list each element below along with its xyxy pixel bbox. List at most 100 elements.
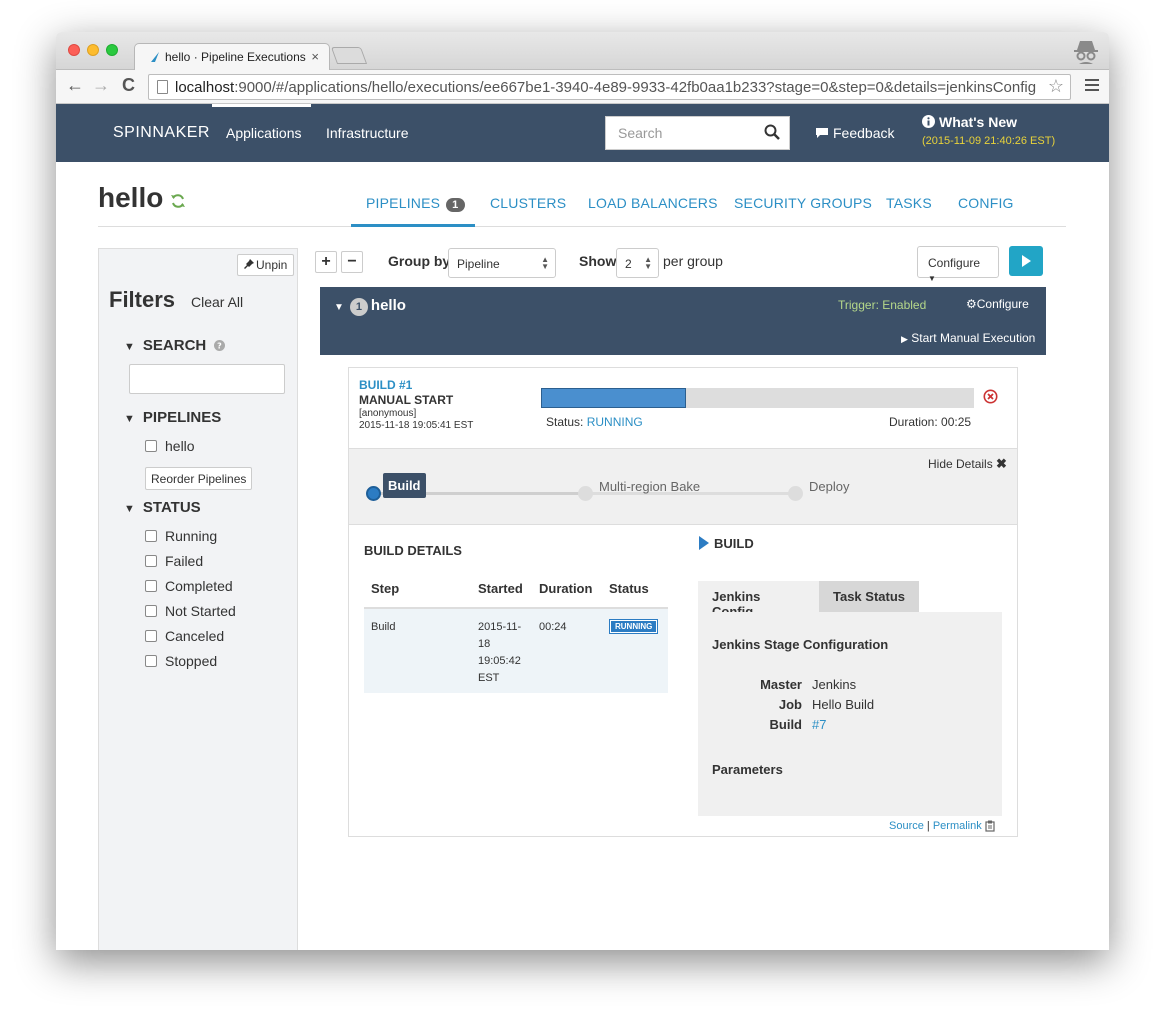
filter-status-not-started[interactable]: Not Started — [145, 603, 236, 619]
filter-pipeline-hello[interactable]: hello — [145, 438, 195, 454]
stage-label-bake[interactable]: Multi-region Bake — [599, 479, 700, 494]
info-icon — [922, 115, 935, 128]
stage-dot-deploy[interactable] — [788, 486, 803, 501]
stage-label-build[interactable]: Build — [383, 473, 426, 498]
gear-icon: ⚙ — [966, 297, 977, 311]
whats-new-link[interactable]: What's New — [922, 114, 1017, 130]
application-title: hello — [98, 182, 164, 213]
spinnaker-brand[interactable]: SPINNAKER — [113, 124, 210, 142]
bookmark-star-icon[interactable]: ☆ — [1047, 76, 1064, 97]
execution-progress-bar[interactable] — [541, 388, 974, 408]
tab-clusters[interactable]: CLUSTERS — [490, 195, 566, 211]
window-zoom-button[interactable] — [106, 44, 118, 56]
reload-button[interactable]: C — [122, 75, 135, 96]
browser-menu-icon[interactable] — [1085, 79, 1099, 91]
search-section-header[interactable]: ▼ SEARCH ? — [124, 337, 226, 354]
build-number-link[interactable]: BUILD #1 — [359, 378, 412, 392]
feedback-link[interactable]: Feedback — [815, 125, 894, 141]
tab-jenkins-config[interactable]: Jenkins Config — [698, 581, 819, 619]
filter-status-label: Canceled — [165, 628, 225, 644]
checkbox[interactable] — [145, 530, 157, 542]
filter-status-completed[interactable]: Completed — [145, 578, 233, 594]
forward-button[interactable]: → — [92, 75, 110, 96]
url-host: localhost — [175, 79, 235, 96]
filter-status-label: Not Started — [165, 603, 236, 619]
reorder-pipelines-button[interactable]: Reorder Pipelines — [145, 467, 253, 490]
parameters-title: Parameters — [712, 762, 783, 777]
filter-status-stopped[interactable]: Stopped — [145, 653, 217, 669]
window-close-button[interactable] — [68, 44, 80, 56]
filter-status-canceled[interactable]: Canceled — [145, 628, 224, 644]
unpin-button[interactable]: Unpin — [237, 254, 295, 276]
nav-active-indicator — [212, 104, 311, 107]
spinnaker-favicon-icon — [151, 52, 159, 62]
clipboard-icon[interactable] — [985, 820, 996, 832]
pipeline-name: hello — [370, 297, 406, 314]
start-manual-execution-link[interactable]: ▶ Start Manual Execution — [901, 331, 1035, 345]
close-icon: ✖ — [996, 456, 1007, 471]
tab-config[interactable]: CONFIG — [958, 195, 1014, 211]
group-by-label: Group by — [388, 253, 451, 269]
execution-count-badge: 1 — [349, 298, 368, 316]
pipeline-header: ▼ 1 hello Trigger: Enabled ⚙Configure ▶ St… — [320, 287, 1046, 355]
browser-tab-active[interactable]: hello · Pipeline Executions × — [134, 43, 330, 71]
help-icon[interactable]: ? — [214, 340, 226, 351]
permalink-link[interactable]: Permalink — [933, 820, 982, 832]
source-link[interactable]: Source — [889, 820, 924, 832]
tab-close-icon[interactable]: × — [311, 49, 319, 64]
tab-pipelines[interactable]: PIPELINES 1 — [366, 195, 465, 212]
checkbox[interactable] — [145, 440, 157, 452]
stage-label-deploy[interactable]: Deploy — [809, 479, 849, 494]
nav-applications[interactable]: Applications — [226, 125, 302, 141]
checkbox[interactable] — [145, 630, 157, 642]
stage-dot-build[interactable] — [366, 486, 381, 501]
show-count-select[interactable]: 2 ▲ ▼ — [616, 248, 659, 278]
filter-status-failed[interactable]: Failed — [145, 553, 203, 569]
pipelines-section-header[interactable]: ▼ PIPELINES — [124, 409, 221, 426]
checkbox[interactable] — [145, 655, 157, 667]
tab-task-status[interactable]: Task Status — [819, 581, 919, 612]
execution-status: Status: RUNNING — [546, 415, 643, 429]
tab-security-groups[interactable]: SECURITY GROUPS — [734, 195, 872, 211]
nav-infrastructure[interactable]: Infrastructure — [326, 125, 408, 141]
global-search-input[interactable]: Search — [605, 116, 790, 150]
cancel-execution-icon[interactable] — [983, 389, 998, 404]
hide-details-link[interactable]: Hide Details ✖ — [928, 456, 1007, 472]
back-button[interactable]: ← — [66, 75, 84, 96]
checkbox[interactable] — [145, 555, 157, 567]
url-input[interactable]: localhost:9000/#/applications/hello/exec… — [148, 74, 1071, 100]
search-icon[interactable] — [764, 124, 780, 140]
pin-icon — [244, 259, 254, 269]
status-section-header[interactable]: ▼ STATUS — [124, 499, 201, 516]
stage-dot-bake[interactable] — [578, 486, 593, 501]
build-stage-heading[interactable]: BUILD — [699, 536, 754, 551]
chevron-down-icon: ▼ — [124, 413, 135, 425]
trigger-user: [anonymous] — [359, 408, 417, 419]
tab-tasks[interactable]: TASKS — [886, 195, 932, 211]
clear-all-link[interactable]: Clear All — [191, 294, 243, 310]
checkbox[interactable] — [145, 580, 157, 592]
checkbox[interactable] — [145, 605, 157, 617]
filter-search-input[interactable] — [129, 364, 285, 394]
build-key: Build — [769, 717, 803, 732]
start-manual-label: Start Manual Execution — [911, 331, 1036, 345]
table-row[interactable]: Build 2015-11- 18 19:05:42 EST 00:24 RUN… — [364, 609, 668, 693]
whats-new-date: (2015-11-09 21:40:26 EST) — [922, 135, 1056, 147]
configure-dropdown-button[interactable]: Configure ▼ — [917, 246, 999, 283]
expand-all-button[interactable]: + — [315, 251, 337, 273]
group-by-select[interactable]: Pipeline ▲ ▼ — [448, 248, 556, 278]
tab-load-balancers[interactable]: LOAD BALANCERS — [588, 195, 718, 211]
chevron-down-icon: ▼ — [334, 302, 344, 313]
pipeline-configure-link[interactable]: ⚙Configure — [966, 297, 1029, 311]
execution-start-time: 2015-11-18 19:05:41 EST — [359, 420, 474, 431]
build-number-value-link[interactable]: #7 — [812, 717, 826, 732]
filter-status-running[interactable]: Running — [145, 528, 217, 544]
new-tab-button[interactable] — [330, 47, 368, 64]
pipeline-toggle[interactable]: ▼ 1 hello — [334, 297, 406, 316]
start-pipeline-button[interactable] — [1009, 246, 1043, 276]
tab-title: hello · Pipeline Executions — [165, 50, 306, 64]
window-minimize-button[interactable] — [87, 44, 99, 56]
chevron-down-icon: ▼ — [124, 341, 135, 353]
collapse-all-button[interactable]: − — [341, 251, 363, 273]
refresh-icon[interactable] — [170, 193, 186, 209]
